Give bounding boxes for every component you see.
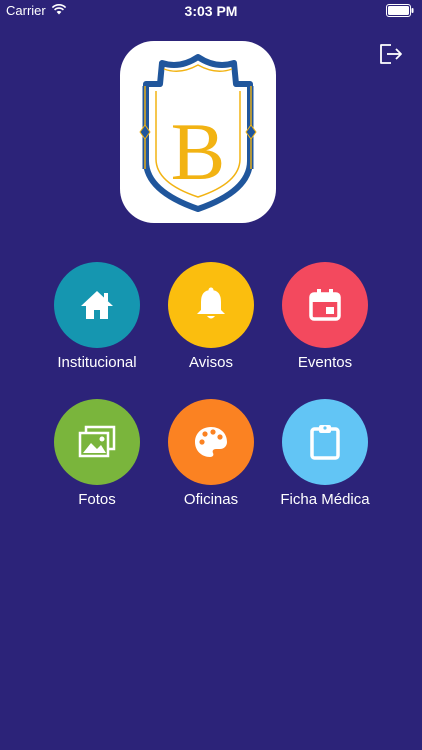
battery-icon <box>386 4 414 20</box>
menu-item-ficha-medica[interactable]: Ficha Médica <box>255 399 395 519</box>
menu-label: Eventos <box>297 354 353 371</box>
calendar-icon <box>309 289 341 321</box>
status-bar: Carrier 3:03 PM <box>0 0 422 22</box>
menu-circle <box>54 399 140 485</box>
logo-letter: B <box>171 106 226 197</box>
school-logo: B <box>120 41 276 223</box>
home-icon <box>81 291 113 319</box>
menu-circle <box>54 262 140 348</box>
logout-icon <box>380 44 402 64</box>
crest-icon: B <box>139 54 257 212</box>
palette-icon <box>195 427 227 457</box>
menu-item-eventos[interactable]: Eventos <box>255 262 395 382</box>
menu-circle <box>168 399 254 485</box>
clipboard-icon <box>310 425 340 460</box>
logout-button[interactable] <box>378 42 404 66</box>
menu-circle <box>282 399 368 485</box>
bell-icon <box>197 287 225 319</box>
menu-circle <box>168 262 254 348</box>
menu-label: Ficha Médica <box>280 491 370 508</box>
photos-icon <box>78 425 116 458</box>
status-time: 3:03 PM <box>184 3 238 19</box>
menu-circle <box>282 262 368 348</box>
